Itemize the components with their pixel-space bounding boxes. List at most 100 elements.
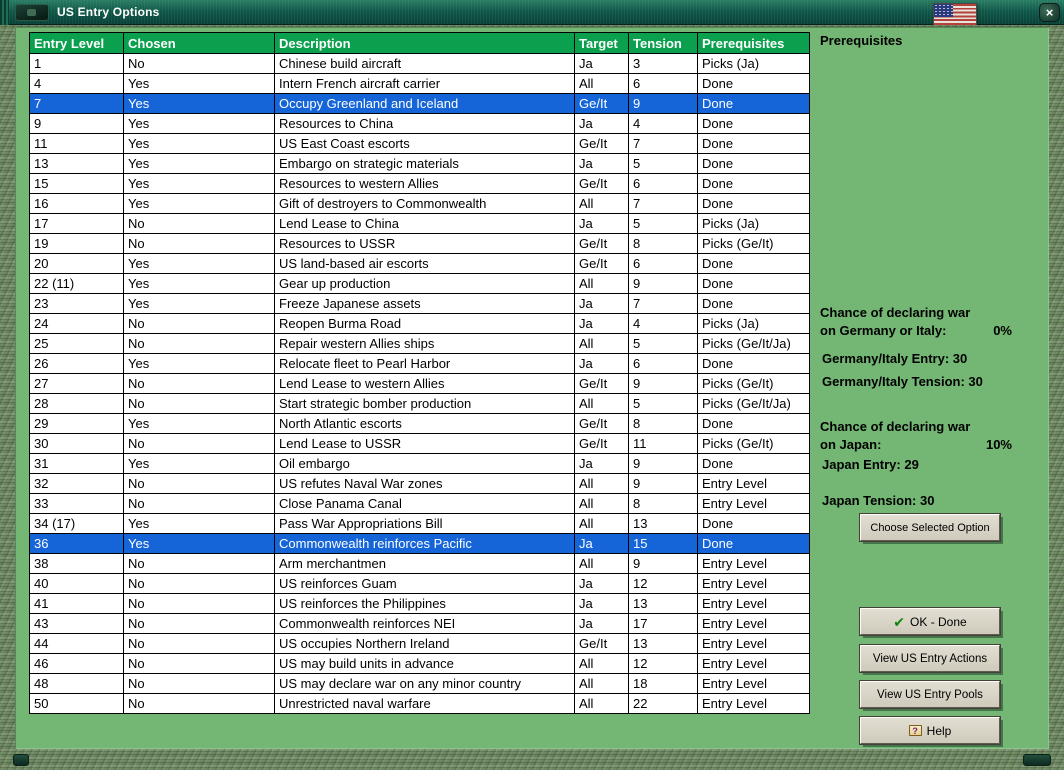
table-cell[interactable]: US may declare war on any minor country (274, 673, 575, 694)
table-cell[interactable]: Ja (574, 573, 629, 594)
table-cell[interactable]: 44 (29, 633, 124, 654)
table-cell[interactable]: 3 (628, 53, 698, 74)
table-cell[interactable]: Yes (123, 413, 275, 434)
table-cell[interactable]: 5 (628, 393, 698, 414)
table-row[interactable]: 11 Yes US East Coast escorts Ge/It 7 Done (29, 133, 810, 154)
table-cell[interactable]: Picks (Ge/It) (697, 373, 810, 394)
table-cell[interactable]: No (123, 393, 275, 414)
table-row[interactable]: 27 No Lend Lease to western Allies Ge/It 9 Pi… (29, 373, 810, 394)
table-cell[interactable]: 19 (29, 233, 124, 254)
table-cell[interactable]: 15 (29, 173, 124, 194)
table-row[interactable]: 19 No Resources to USSR Ge/It 8 Picks (Ge/It) (29, 233, 810, 254)
table-cell[interactable]: Done (697, 273, 810, 294)
table-row[interactable]: 25 No Repair western Allies ships All 5 Picks… (29, 333, 810, 354)
table-cell[interactable]: Ge/It (574, 373, 629, 394)
table-cell[interactable]: 4 (628, 313, 698, 334)
table-cell[interactable]: Yes (123, 513, 275, 534)
table-cell[interactable]: No (123, 573, 275, 594)
table-cell[interactable]: No (123, 53, 275, 74)
table-cell[interactable]: 18 (628, 673, 698, 694)
table-cell[interactable]: 50 (29, 693, 124, 714)
table-cell[interactable]: Picks (Ge/It) (697, 233, 810, 254)
table-cell[interactable]: Done (697, 93, 810, 114)
table-cell[interactable]: 15 (628, 533, 698, 554)
table-cell[interactable]: 11 (628, 433, 698, 454)
table-cell[interactable]: Entry Level (697, 593, 810, 614)
table-row[interactable]: 43 No Commonwealth reinforces NEI Ja 17 Entry… (29, 613, 810, 634)
table-cell[interactable]: Done (697, 253, 810, 274)
table-cell[interactable]: No (123, 653, 275, 674)
table-cell[interactable]: 29 (29, 413, 124, 434)
table-cell[interactable]: Resources to USSR (274, 233, 575, 254)
table-cell[interactable]: 5 (628, 333, 698, 354)
table-row[interactable]: 48 No US may declare war on any minor coun… (29, 673, 810, 694)
table-cell[interactable]: US reinforces Guam (274, 573, 575, 594)
table-cell[interactable]: Done (697, 513, 810, 534)
table-cell[interactable]: US East Coast escorts (274, 133, 575, 154)
table-row[interactable]: 29 Yes North Atlantic escorts Ge/It 8 Done (29, 413, 810, 434)
table-cell[interactable]: Ja (574, 353, 629, 374)
table-cell[interactable]: Entry Level (697, 613, 810, 634)
table-cell[interactable]: No (123, 633, 275, 654)
table-row[interactable]: 30 No Lend Lease to USSR Ge/It 11 Picks (Ge/I… (29, 433, 810, 454)
table-cell[interactable]: Done (697, 113, 810, 134)
table-row[interactable]: 4 Yes Intern French aircraft carrier All 6 Do… (29, 73, 810, 94)
table-row[interactable]: 38 No Arm merchantmen All 9 Entry Level (29, 553, 810, 574)
table-cell[interactable]: Ge/It (574, 133, 629, 154)
table-cell[interactable]: 46 (29, 653, 124, 674)
table-cell[interactable]: 7 (29, 93, 124, 114)
table-cell[interactable]: US land-based air escorts (274, 253, 575, 274)
table-row[interactable]: 22 (11) Yes Gear up production All 9 Done (29, 273, 810, 294)
titlebar[interactable]: US Entry Options × (0, 0, 1064, 28)
table-cell[interactable]: No (123, 433, 275, 454)
table-cell[interactable]: 4 (628, 113, 698, 134)
table-row[interactable]: 32 No US refutes Naval War zones All 9 Entry … (29, 473, 810, 494)
table-cell[interactable]: No (123, 493, 275, 514)
table-row[interactable]: 26 Yes Relocate fleet to Pearl Harbor Ja 6 Do… (29, 353, 810, 374)
table-cell[interactable]: 26 (29, 353, 124, 374)
table-cell[interactable]: Resources to China (274, 113, 575, 134)
table-cell[interactable]: 6 (628, 173, 698, 194)
table-cell[interactable]: All (574, 193, 629, 214)
table-cell[interactable]: All (574, 553, 629, 574)
table-cell[interactable]: Relocate fleet to Pearl Harbor (274, 353, 575, 374)
table-cell[interactable]: Ge/It (574, 173, 629, 194)
table-row[interactable]: 41 No US reinforces the Philippines Ja 13 Ent… (29, 593, 810, 614)
table-cell[interactable]: All (574, 73, 629, 94)
table-cell[interactable]: 13 (628, 593, 698, 614)
table-cell[interactable]: No (123, 333, 275, 354)
table-cell[interactable]: No (123, 673, 275, 694)
table-cell[interactable]: 9 (628, 273, 698, 294)
table-row[interactable]: 7 Yes Occupy Greenland and Iceland Ge/It 9 Do… (29, 93, 810, 114)
table-cell[interactable]: Picks (Ja) (697, 213, 810, 234)
table-cell[interactable]: Entry Level (697, 633, 810, 654)
table-cell[interactable]: 7 (628, 133, 698, 154)
table-cell[interactable]: Done (697, 453, 810, 474)
table-cell[interactable]: Ge/It (574, 253, 629, 274)
table-cell[interactable]: Reopen Burma Road (274, 313, 575, 334)
table-cell[interactable]: Entry Level (697, 673, 810, 694)
table-cell[interactable]: Lend Lease to USSR (274, 433, 575, 454)
table-cell[interactable]: 13 (628, 513, 698, 534)
table-cell[interactable]: 30 (29, 433, 124, 454)
table-cell[interactable]: 9 (628, 473, 698, 494)
table-row[interactable]: 15 Yes Resources to western Allies Ge/It 6 Do… (29, 173, 810, 194)
table-cell[interactable]: 11 (29, 133, 124, 154)
table-cell[interactable]: 6 (628, 73, 698, 94)
table-cell[interactable]: 40 (29, 573, 124, 594)
close-button[interactable]: × (1039, 3, 1060, 22)
table-cell[interactable]: Yes (123, 153, 275, 174)
table-cell[interactable]: No (123, 313, 275, 334)
table-cell[interactable]: Commonwealth reinforces Pacific (274, 533, 575, 554)
table-cell[interactable]: 5 (628, 153, 698, 174)
table-row[interactable]: 23 Yes Freeze Japanese assets Ja 7 Done (29, 293, 810, 314)
table-cell[interactable]: Done (697, 413, 810, 434)
table-cell[interactable]: Done (697, 193, 810, 214)
table-cell[interactable]: 28 (29, 393, 124, 414)
table-cell[interactable]: US refutes Naval War zones (274, 473, 575, 494)
table-cell[interactable]: Yes (123, 73, 275, 94)
table-row[interactable]: 33 No Close Panama Canal All 8 Entry Level (29, 493, 810, 514)
table-row[interactable]: 9 Yes Resources to China Ja 4 Done (29, 113, 810, 134)
table-cell[interactable]: Done (697, 73, 810, 94)
table-cell[interactable]: No (123, 373, 275, 394)
